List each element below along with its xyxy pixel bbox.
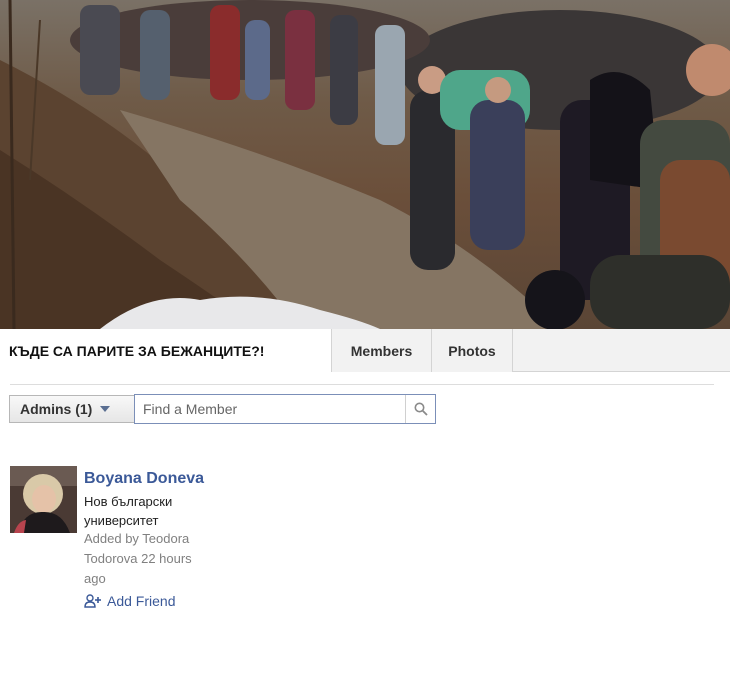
search-button[interactable] — [405, 395, 435, 423]
add-friend-label: Add Friend — [107, 593, 176, 609]
cover-photo-art — [0, 0, 730, 329]
find-member-input[interactable] — [135, 395, 407, 423]
group-title-tab[interactable]: КЪДЕ СА ПАРИТЕ ЗА БЕЖАНЦИТЕ?! — [0, 329, 332, 372]
tab-photos[interactable]: Photos — [432, 329, 513, 372]
avatar[interactable] — [10, 466, 77, 533]
member-added-by: Added by Teodora Todorova 22 hours ago — [84, 531, 192, 586]
search-icon — [414, 402, 428, 416]
member-search-box — [134, 394, 436, 424]
member-filter-dropdown[interactable]: Admins (1) — [9, 395, 134, 423]
add-friend-button[interactable]: Add Friend — [84, 593, 175, 609]
add-friend-icon — [84, 594, 102, 608]
tab-members[interactable]: Members — [332, 329, 432, 372]
section-divider — [10, 384, 714, 385]
chevron-down-icon — [100, 406, 111, 412]
member-filter-label: Admins (1) — [20, 401, 93, 417]
avatar-photo — [10, 466, 77, 533]
cover-photo — [0, 0, 730, 329]
member-name-link[interactable]: Boyana Doneva — [84, 470, 204, 488]
group-tab-bar: КЪДЕ СА ПАРИТЕ ЗА БЕЖАНЦИТЕ?! Members Ph… — [0, 329, 730, 372]
member-affiliation: Нов български университет — [84, 494, 173, 528]
